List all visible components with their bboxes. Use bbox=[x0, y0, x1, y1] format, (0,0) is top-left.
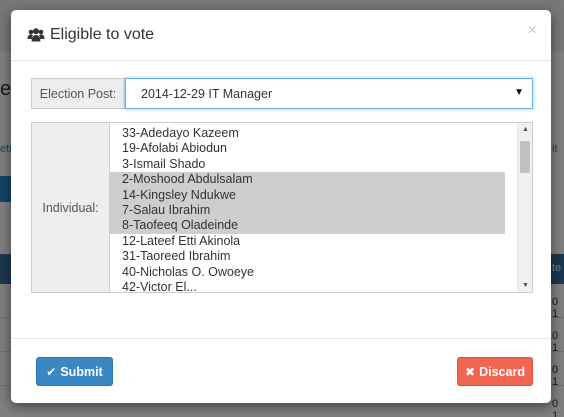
election-post-selected-value: 2014-12-29 IT Manager bbox=[141, 86, 273, 101]
individual-option[interactable]: 7-Salau Ibrahim bbox=[110, 202, 505, 219]
modal-footer: ✔ Submit ✖ Discard bbox=[11, 338, 551, 403]
scroll-up-arrow-icon[interactable]: ▲ bbox=[522, 126, 529, 133]
modal-title-text: Eligible to vote bbox=[50, 26, 155, 43]
individual-multiselect[interactable]: 33-Adedayo Kazeem 19-Afolabi Abiodun 3-Ism… bbox=[109, 122, 533, 293]
modal-header: Eligible to vote × bbox=[11, 10, 551, 61]
individual-option[interactable]: 19-Afolabi Abiodun bbox=[110, 141, 505, 156]
election-post-select[interactable]: 2014-12-29 IT Manager ▼ bbox=[125, 78, 533, 109]
individual-option[interactable]: 2-Moshood Abdulsalam bbox=[110, 172, 505, 188]
individual-option[interactable]: 8-Taofeeq Oladeinde bbox=[110, 218, 505, 234]
modal-title: Eligible to vote bbox=[27, 26, 154, 44]
discard-button-label: Discard bbox=[479, 364, 525, 379]
individual-option[interactable]: 42-Victor El... bbox=[110, 280, 505, 292]
discard-button[interactable]: ✖ Discard bbox=[457, 357, 533, 386]
dropdown-arrow-icon[interactable]: ▼ bbox=[514, 87, 524, 98]
individual-options: 33-Adedayo Kazeem 19-Afolabi Abiodun 3-Ism… bbox=[110, 126, 518, 292]
scrollbar-thumb[interactable] bbox=[520, 141, 530, 173]
submit-button-label: Submit bbox=[60, 364, 103, 379]
election-post-label: Election Post: bbox=[31, 78, 125, 109]
listbox-scrollbar[interactable]: ▲ ▼ bbox=[517, 123, 532, 292]
submit-button[interactable]: ✔ Submit bbox=[36, 357, 113, 386]
individual-option[interactable]: 40-Nicholas O. Owoeye bbox=[110, 265, 505, 280]
individual-option[interactable]: 31-Taoreed Ibrahim bbox=[110, 249, 505, 264]
scroll-down-arrow-icon[interactable]: ▼ bbox=[522, 282, 529, 289]
close-icon[interactable]: × bbox=[528, 23, 537, 39]
election-post-row: Election Post: 2014-12-29 IT Manager ▼ bbox=[31, 78, 533, 109]
individual-option[interactable]: 12-Lateef Etti Akinola bbox=[110, 234, 505, 249]
check-icon: ✔ bbox=[46, 364, 57, 379]
eligible-to-vote-modal: Eligible to vote × Election Post: 2014-1… bbox=[11, 10, 551, 403]
times-icon: ✖ bbox=[465, 364, 476, 379]
individual-label: Individual: bbox=[31, 122, 110, 293]
individual-option[interactable]: 3-Ismail Shado bbox=[110, 157, 505, 172]
individual-row: Individual: 33-Adedayo Kazeem 19-Afolabi … bbox=[31, 122, 533, 293]
users-icon bbox=[27, 28, 45, 42]
individual-option[interactable]: 33-Adedayo Kazeem bbox=[110, 126, 505, 141]
individual-option[interactable]: 14-Kingsley Ndukwe bbox=[110, 187, 505, 203]
